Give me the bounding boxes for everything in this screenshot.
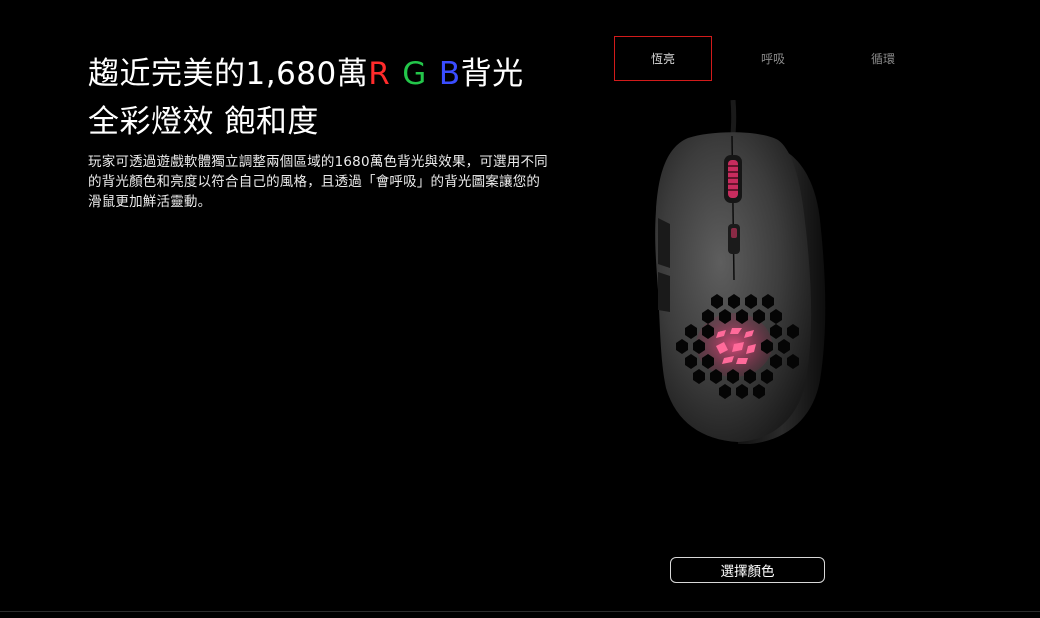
lighting-mode-tabs: 恆亮 呼吸 循環	[614, 36, 960, 81]
tab-steady[interactable]: 恆亮	[614, 36, 712, 81]
tab-cycle[interactable]: 循環	[834, 36, 932, 81]
headline-line-1: 趨近完美的1,680萬R G B背光	[88, 50, 558, 98]
tab-breathing[interactable]: 呼吸	[724, 36, 822, 81]
dpi-button-glow	[731, 228, 737, 238]
side-button-back	[658, 272, 670, 312]
side-button-forward	[658, 218, 670, 268]
cable	[730, 99, 737, 135]
rgb-letter-b: B	[438, 56, 461, 92]
gaming-mouse-illustration	[655, 99, 826, 444]
bottom-divider	[0, 611, 1040, 612]
headline-suffix: 背光	[460, 56, 524, 92]
rgb-letter-r: R	[368, 56, 391, 92]
mouse-product-image	[620, 99, 850, 450]
headline-prefix: 趨近完美的1,680萬	[88, 56, 369, 92]
headline: 趨近完美的1,680萬R G B背光 全彩燈效 飽和度	[88, 50, 558, 146]
rgb-letter-g: G	[402, 56, 427, 92]
headline-line-2: 全彩燈效 飽和度	[88, 104, 319, 140]
feature-description: 玩家可透過遊戲軟體獨立調整兩個區域的1680萬色背光與效果，可選用不同的背光顏色…	[88, 154, 548, 210]
select-color-button[interactable]: 選擇顏色	[670, 557, 825, 583]
